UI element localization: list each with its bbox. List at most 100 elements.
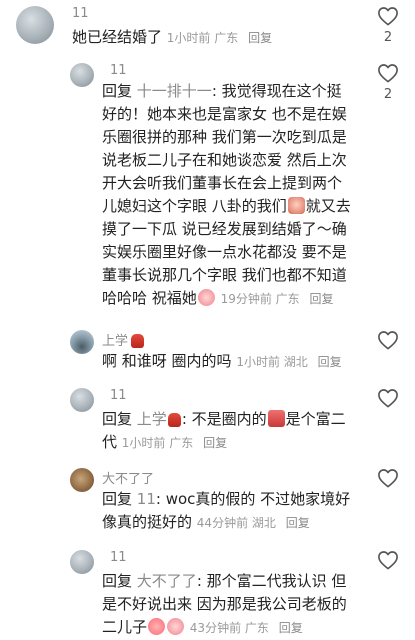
reply-button[interactable]: 回复 — [310, 292, 334, 306]
comment-body-line: 是个富二 — [285, 410, 346, 428]
comment-line: 回复 上学 : 不是圈内的 是个富二 — [102, 408, 370, 431]
pig-emoji-icon — [197, 289, 215, 306]
like-count: 2 — [383, 87, 393, 102]
username-text: 上学 — [102, 334, 129, 349]
comment-line: 哈哈哈 祝福她 19分钟前 广东 回复 — [102, 287, 370, 311]
comment-body-line: : 我觉得现在这个挺 — [211, 82, 342, 100]
comment-time: 1小时前 — [236, 355, 280, 369]
comment-body-line: 就又去 — [305, 197, 351, 215]
reply-prefix: 回复 — [102, 82, 133, 100]
avatar[interactable] — [16, 6, 54, 44]
bag-emoji-icon — [167, 413, 181, 427]
avatar[interactable] — [70, 63, 94, 87]
like-button[interactable]: 2 — [375, 6, 401, 45]
reply-button[interactable]: 回复 — [318, 355, 342, 369]
comment-body-line: : 不是圈内的 — [181, 410, 267, 428]
avatar[interactable] — [70, 550, 94, 574]
comment-body-line: 董事长说那几个字眼 我们也都不知道 — [102, 266, 347, 284]
comment-time: 1小时前 — [166, 31, 211, 45]
face-emoji-icon — [287, 197, 305, 214]
comment-text: 回复 上学 : 不是圈内的 是个富二 代 1小时前 广东 回复 — [102, 408, 370, 455]
comment-location: 广东 — [244, 621, 269, 635]
comment-body-line: 像真的挺好的 — [102, 513, 193, 531]
comment-body-line: 开大会听我们董事长在会上提到两个 — [102, 174, 343, 192]
reply-button[interactable]: 回复 — [279, 621, 303, 635]
comment-line: 回复 大不了了: 那个富二代我认识 但 — [102, 570, 372, 593]
comment-meta: 1小时前 广东 回复 — [122, 436, 227, 450]
reply-target-user[interactable]: 11 — [137, 490, 156, 508]
like-button[interactable] — [375, 550, 401, 570]
comment-body-line: 二儿子 — [102, 618, 148, 636]
like-button[interactable] — [375, 388, 401, 408]
comment-meta: 43分钟前 广东 回复 — [190, 621, 303, 635]
comment-location: 湖北 — [251, 516, 276, 530]
reply-button[interactable]: 回复 — [248, 31, 272, 45]
comment-meta: 1小时前 湖北 回复 — [236, 355, 341, 369]
reply-button[interactable]: 回复 — [286, 516, 310, 530]
comment-line: 回复 十一排十一: 我觉得现在这个挺 — [102, 80, 370, 103]
comment-body: 啊 和谁呀 圈内的吗 — [102, 352, 232, 370]
comment-body-line: : woc真的假的 不过她家境好 — [155, 490, 351, 508]
comment-text: 啊 和谁呀 圈内的吗 1小时前 湖北 回复 — [102, 350, 342, 374]
comment-body-line: 儿媳妇这个字眼 八卦的我们 — [102, 197, 287, 215]
comment-body-line: 实娱乐圈里好像一点水花都没 要不是 — [102, 243, 347, 261]
heart-icon — [378, 331, 398, 350]
comment-text: 回复 大不了了: 那个富二代我认识 但 是不好说出来 因为那是我公司老板的 二儿… — [102, 570, 372, 640]
comment-username[interactable]: 大不了了 — [102, 468, 154, 487]
heart-icon — [378, 469, 398, 488]
comment-body-line: 好的！她本来也是富家女 也不是在娱 — [102, 105, 347, 123]
heart-icon — [378, 389, 398, 408]
comment-line: 二儿子 43分钟前 广东 回复 — [102, 616, 372, 640]
jie-emoji-icon — [267, 410, 285, 427]
reply-target-name: 上学 — [136, 410, 167, 428]
comment-location: 广东 — [214, 31, 239, 45]
avatar[interactable] — [70, 330, 94, 354]
comment-line: 像真的挺好的 44分钟前 湖北 回复 — [102, 511, 372, 535]
comment-time: 43分钟前 — [189, 621, 242, 635]
comment-time: 19分钟前 — [220, 292, 272, 306]
avatar[interactable] — [70, 388, 94, 412]
comment-location: 湖北 — [283, 355, 308, 369]
comment-body-line: : 那个富二代我认识 但 — [196, 572, 347, 590]
like-button[interactable] — [375, 330, 401, 350]
reply-target-user[interactable]: 上学 — [137, 410, 182, 428]
heart-icon — [378, 64, 398, 83]
reply-target-user[interactable]: 大不了了 — [137, 572, 197, 590]
bag-emoji-icon — [131, 334, 145, 348]
pig-emoji-icon — [167, 618, 185, 635]
reply-prefix: 回复 — [102, 490, 133, 508]
like-count: 2 — [383, 30, 393, 45]
comment-meta: 19分钟前 广东 回复 — [221, 292, 334, 306]
comment-body-line: 代 — [102, 433, 118, 451]
reply-prefix: 回复 — [102, 410, 133, 428]
reply-button[interactable]: 回复 — [203, 436, 227, 450]
reply-target-user[interactable]: 十一排十一 — [137, 82, 212, 100]
comment-line: 儿媳妇这个字眼 八卦的我们 就又去 — [102, 195, 370, 218]
comment-location: 广东 — [275, 292, 300, 306]
smile-emoji-icon — [148, 618, 166, 635]
reply-prefix: 回复 — [102, 572, 133, 590]
comment-username[interactable]: 11 — [72, 6, 89, 21]
comment-body-line: 哈哈哈 祝福她 — [102, 289, 197, 307]
comment-text: 回复 11: woc真的假的 不过她家境好 像真的挺好的 44分钟前 湖北 回复 — [102, 488, 372, 535]
comment-text: 回复 十一排十一: 我觉得现在这个挺 好的！她本来也是富家女 也不是在娱 乐圈很… — [102, 80, 370, 311]
comment-body: 她已经结婚了 — [72, 28, 163, 46]
comment-body-line: 说老板二儿子在和她谈恋爱 然后上次 — [102, 151, 347, 169]
avatar[interactable] — [70, 468, 94, 492]
comment-meta: 44分钟前 湖北 回复 — [197, 516, 310, 530]
comment-body-line: 乐圈很拼的那种 我们第一次吃到瓜是 — [102, 128, 347, 146]
comment-username[interactable]: 上学 — [102, 330, 145, 349]
comment-meta: 1小时前 广东 回复 — [167, 31, 272, 45]
comment-username[interactable]: 11 — [110, 550, 127, 565]
comment-username[interactable]: 11 — [110, 388, 127, 403]
heart-icon — [378, 7, 398, 26]
like-button[interactable]: 2 — [375, 63, 401, 102]
comment-body-line: 摸了一下瓜 说已经发展到结婚了～确 — [102, 220, 347, 238]
comment-location: 广东 — [169, 436, 194, 450]
like-button[interactable] — [375, 468, 401, 488]
heart-icon — [378, 551, 398, 570]
comment-time: 1小时前 — [121, 436, 166, 450]
comment-body-line: 是不好说出来 因为那是我公司老板的 — [102, 595, 347, 613]
comment-username[interactable]: 11 — [110, 63, 127, 78]
comment-line: 代 1小时前 广东 回复 — [102, 431, 370, 455]
